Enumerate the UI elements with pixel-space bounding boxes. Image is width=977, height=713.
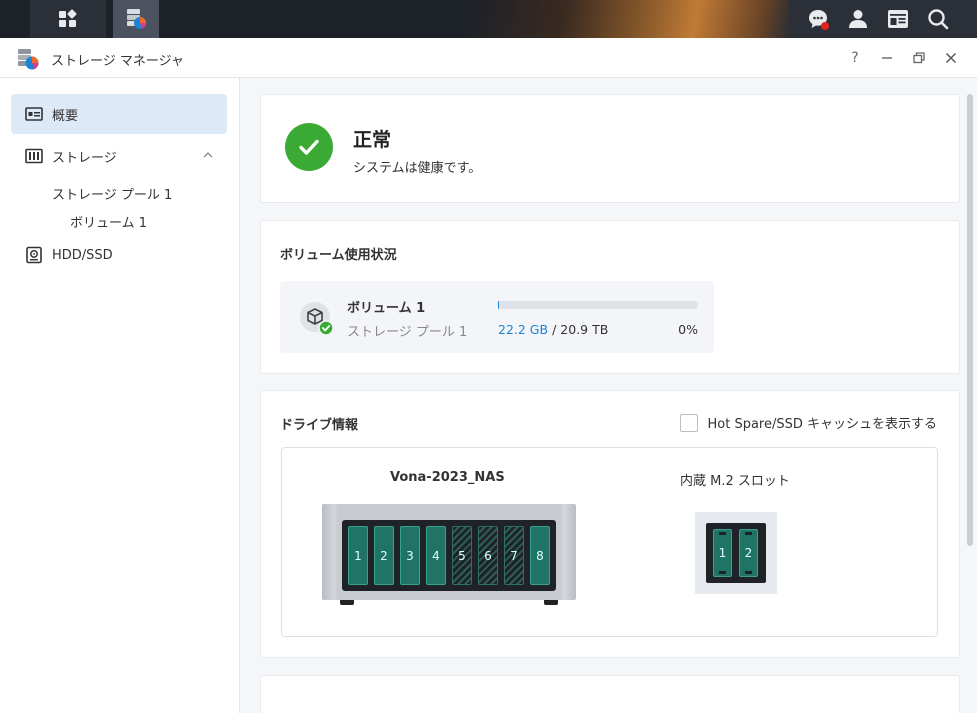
m2-slot-panel: 12 bbox=[695, 512, 777, 594]
volume-pool-name: ストレージ プール 1 bbox=[347, 325, 468, 340]
drive-info-card: ドライブ情報 Hot Spare/SSD キャッシュを表示する Vona-202… bbox=[260, 390, 960, 658]
taskbar bbox=[0, 0, 977, 38]
volume-usage-card: ボリューム使用状況 ボリューム 1 ストレージ プール 1 22.2 GB / … bbox=[260, 220, 960, 374]
taskbar-storage-manager-button[interactable] bbox=[113, 0, 159, 38]
sidebar-item-overview[interactable]: 概要 bbox=[11, 94, 227, 134]
m2-slot-1[interactable]: 1 bbox=[713, 529, 732, 577]
nas-foot bbox=[544, 600, 558, 605]
status-description: システムは健康です。 bbox=[353, 161, 482, 176]
nas-name: Vona-2023_NAS bbox=[390, 470, 505, 485]
drive-slot-4[interactable]: 4 bbox=[426, 526, 446, 585]
m2-slot-2[interactable]: 2 bbox=[739, 529, 758, 577]
main-menu-button[interactable] bbox=[30, 0, 106, 38]
section-title: ドライブ情報 bbox=[280, 418, 359, 433]
volume-icon bbox=[300, 302, 333, 335]
search-icon bbox=[928, 9, 949, 30]
restore-icon bbox=[913, 52, 925, 64]
drive-panel: Vona-2023_NAS 内蔵 M.2 スロット 12345678 12 bbox=[281, 447, 938, 637]
chevron-up-icon[interactable] bbox=[203, 150, 213, 160]
chat-notification-icon bbox=[809, 10, 829, 30]
nas-drive-bays: 12345678 bbox=[342, 520, 556, 591]
overview-icon bbox=[25, 107, 43, 121]
widgets-button[interactable] bbox=[885, 6, 911, 32]
app-grid-icon bbox=[59, 9, 77, 27]
vertical-scrollbar[interactable] bbox=[967, 94, 973, 546]
desktop-wallpaper bbox=[470, 0, 790, 38]
widgets-icon bbox=[888, 10, 908, 28]
drive-slot-5[interactable]: 5 bbox=[452, 526, 472, 585]
capacity-separator: / bbox=[552, 322, 557, 337]
close-button[interactable] bbox=[941, 48, 961, 68]
window-titlebar[interactable]: ストレージ マネージャ ? bbox=[0, 38, 977, 78]
next-section-card bbox=[260, 675, 960, 713]
user-button[interactable] bbox=[845, 6, 871, 32]
storage-manager-icon bbox=[18, 49, 39, 70]
m2-slot-board: 12 bbox=[706, 523, 766, 583]
usage-percent: 0% bbox=[678, 322, 698, 337]
section-title: ボリューム使用状況 bbox=[280, 248, 397, 263]
sidebar-item-label: HDD/SSD bbox=[52, 247, 113, 263]
used-capacity: 22.2 GB bbox=[498, 322, 549, 337]
sidebar-item-hdd-ssd[interactable]: HDD/SSD bbox=[11, 235, 227, 275]
hot-spare-checkbox[interactable] bbox=[680, 413, 699, 432]
window-title: ストレージ マネージャ bbox=[51, 54, 184, 69]
nas-foot bbox=[340, 600, 354, 605]
main-content[interactable]: 正常 システムは健康です。 ボリューム使用状況 ボリューム 1 ストレージ プー… bbox=[241, 78, 977, 713]
user-icon bbox=[849, 10, 867, 28]
sidebar-item-storage[interactable]: ストレージ bbox=[11, 136, 227, 176]
status-card: 正常 システムは健康です。 bbox=[260, 94, 960, 203]
hdd-icon bbox=[26, 246, 42, 264]
sidebar: 概要 ストレージ ストレージ プール 1 ボリューム 1 HDD/SSD bbox=[0, 78, 240, 713]
drive-slot-2[interactable]: 2 bbox=[374, 526, 394, 585]
drive-slot-7[interactable]: 7 bbox=[504, 526, 524, 585]
volume-name: ボリューム 1 bbox=[347, 301, 426, 316]
sidebar-item-volume-1[interactable]: ボリューム 1 bbox=[70, 212, 147, 231]
notification-button[interactable] bbox=[805, 6, 831, 32]
drive-slot-8[interactable]: 8 bbox=[530, 526, 550, 585]
usage-text: 22.2 GB / 20.9 TB bbox=[498, 322, 608, 337]
sidebar-item-label: ストレージ bbox=[52, 150, 117, 166]
storage-manager-icon bbox=[127, 9, 146, 29]
status-ok-indicator bbox=[285, 123, 333, 171]
total-capacity: 20.9 TB bbox=[560, 322, 609, 337]
minimize-icon bbox=[882, 57, 892, 59]
m2-slot-title: 内蔵 M.2 スロット bbox=[680, 474, 790, 489]
nas-device: 12345678 bbox=[322, 504, 576, 605]
sidebar-item-label: 概要 bbox=[52, 108, 79, 124]
drive-slot-3[interactable]: 3 bbox=[400, 526, 420, 585]
taskbar-tray bbox=[789, 0, 977, 38]
minimize-button[interactable] bbox=[877, 48, 897, 68]
volume-item[interactable]: ボリューム 1 ストレージ プール 1 22.2 GB / 20.9 TB 0% bbox=[280, 281, 714, 353]
search-button[interactable] bbox=[925, 6, 951, 32]
usage-progress-bar bbox=[498, 301, 698, 309]
restore-button[interactable] bbox=[909, 48, 929, 68]
hot-spare-label: Hot Spare/SSD キャッシュを表示する bbox=[707, 417, 937, 432]
drive-slot-1[interactable]: 1 bbox=[348, 526, 368, 585]
sidebar-item-storage-pool-1[interactable]: ストレージ プール 1 bbox=[52, 184, 172, 203]
checkmark-icon bbox=[299, 139, 319, 155]
help-button[interactable]: ? bbox=[845, 48, 865, 68]
status-title: 正常 bbox=[353, 129, 392, 151]
storage-icon bbox=[25, 148, 43, 164]
close-icon bbox=[945, 52, 957, 64]
hot-spare-toggle[interactable]: Hot Spare/SSD キャッシュを表示する bbox=[680, 413, 937, 432]
drive-slot-6[interactable]: 6 bbox=[478, 526, 498, 585]
